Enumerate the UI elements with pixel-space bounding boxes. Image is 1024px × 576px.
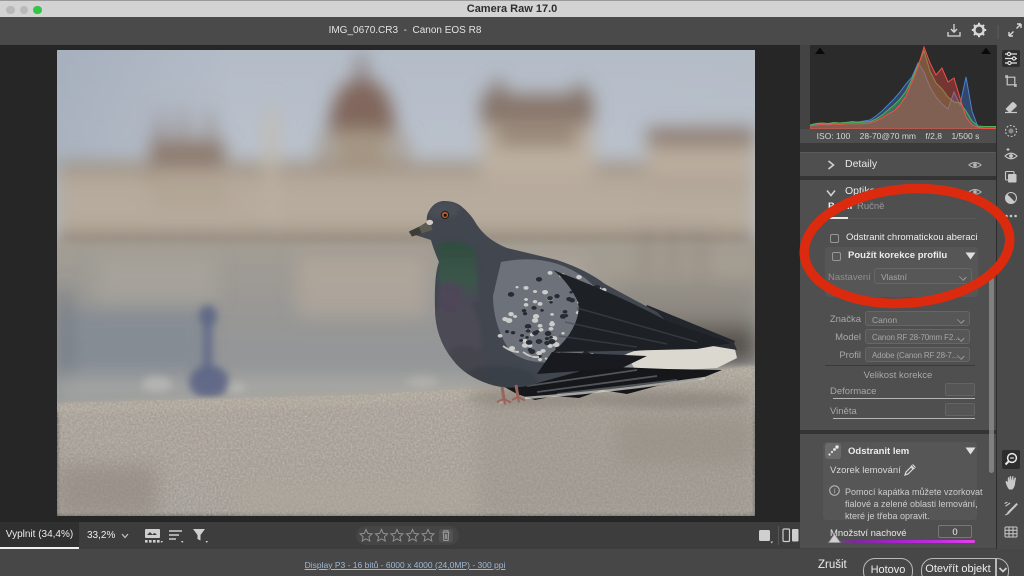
svg-text:i: i (833, 486, 835, 495)
